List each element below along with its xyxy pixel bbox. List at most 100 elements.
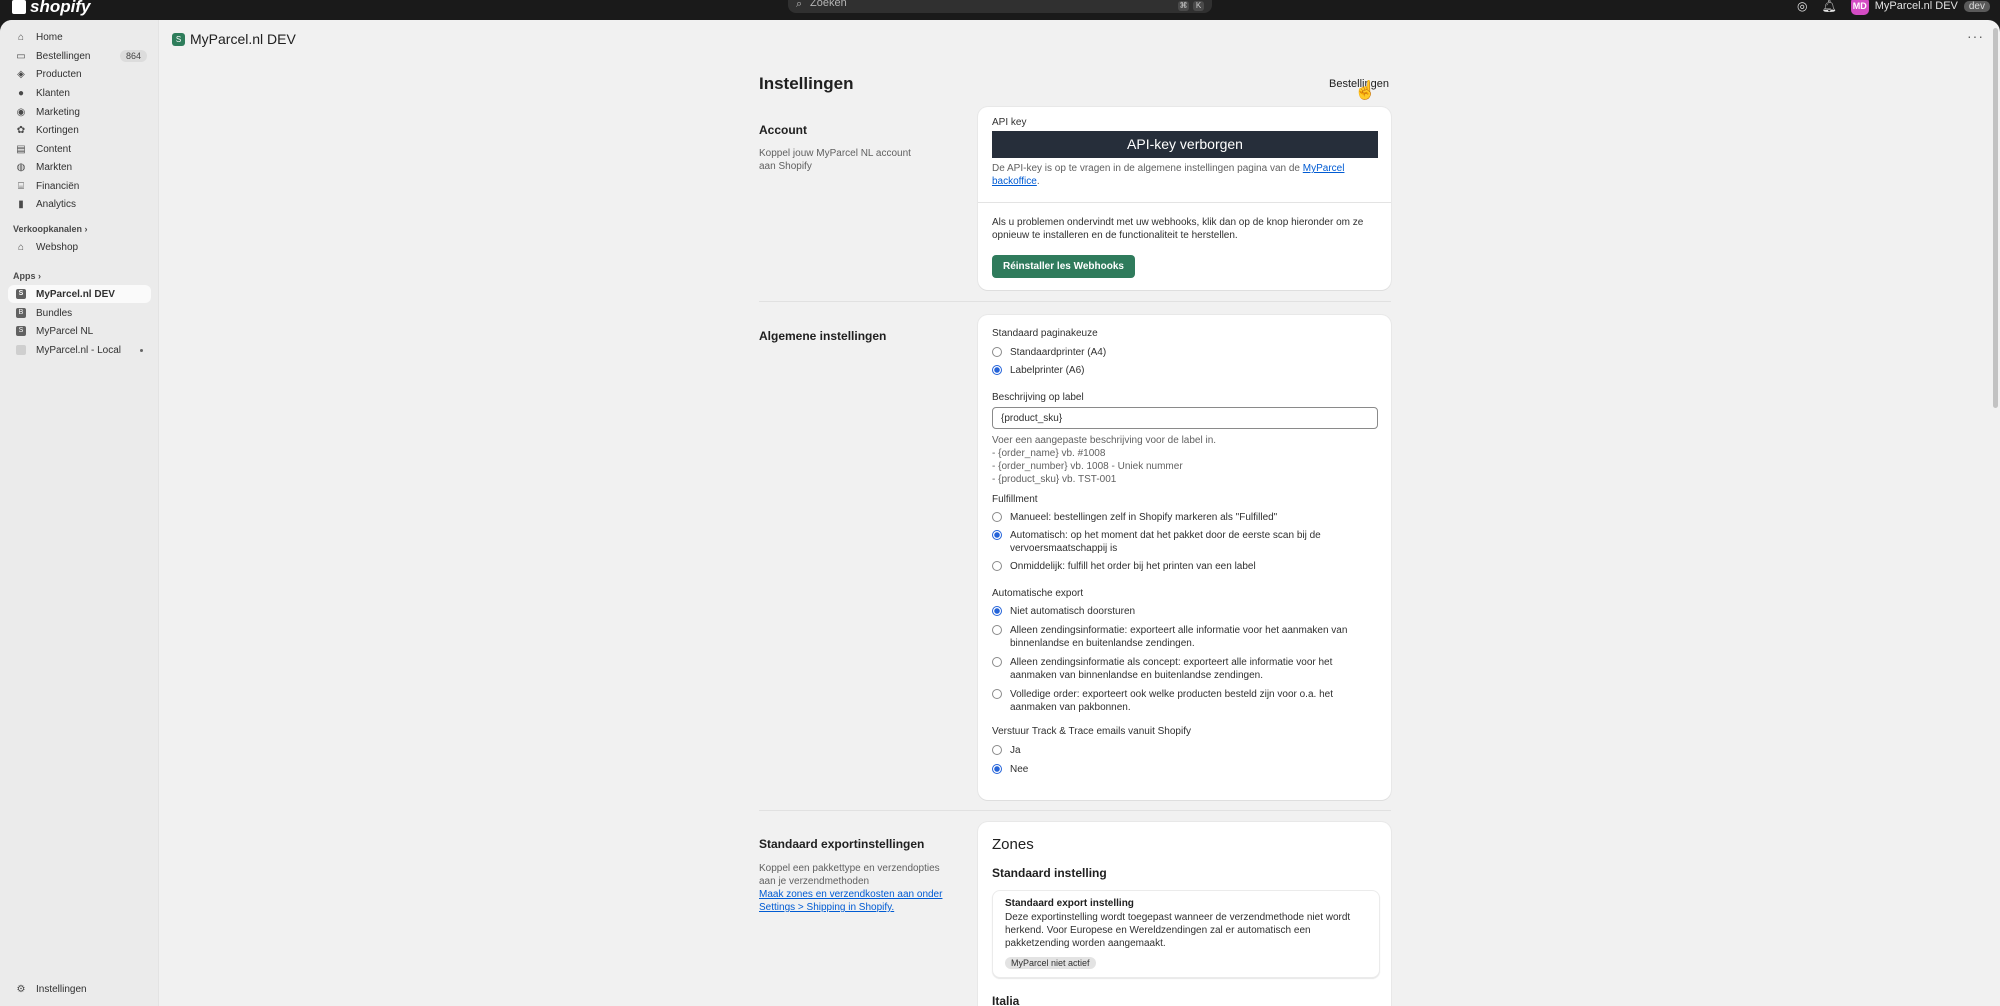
- sidebar-item-webshop[interactable]: ⌂ Webshop: [8, 238, 151, 256]
- radio-fulfillment-manueel[interactable]: Manueel: bestellingen zelf in Shopify ma…: [992, 511, 1372, 524]
- shopify-logo[interactable]: shopify: [12, 0, 90, 17]
- account-card: API key API-key verborgen De API-key is …: [978, 107, 1391, 290]
- radio-export-niet[interactable]: Niet automatisch doorsturen: [992, 605, 1372, 618]
- radio-button[interactable]: [992, 689, 1002, 699]
- sidebar-item-markten[interactable]: ◍ Markten: [8, 158, 151, 176]
- target-icon: ◉: [16, 106, 26, 118]
- myparcel-dev-app-icon: S: [16, 289, 26, 299]
- sidebar-item-myparcel-nl[interactable]: S MyParcel NL: [8, 322, 151, 340]
- more-options-icon[interactable]: ···: [1967, 28, 1984, 44]
- sidekick-icon[interactable]: ◎: [1797, 0, 1807, 13]
- section-divider: [759, 810, 1391, 811]
- avatar: MD: [1850, 0, 1869, 15]
- zones-title: Zones: [992, 836, 1034, 853]
- admin-frame: ⌂ Home ▭ Bestellingen 864 ◈ Producten ● Klant…: [0, 20, 2000, 1006]
- page-choice-label: Standaard paginakeuze: [992, 328, 1098, 339]
- radio-button[interactable]: [992, 625, 1002, 635]
- sidebar-item-financien[interactable]: ⌸ Financiën: [8, 177, 151, 195]
- kbd-cmd: ⌘: [1178, 1, 1189, 11]
- radio-button[interactable]: [992, 512, 1002, 522]
- sidebar-item-instellingen[interactable]: ⚙ Instellingen: [8, 980, 151, 998]
- search-bar[interactable]: ⌕ Zoeken ⌘ K: [788, 0, 1212, 13]
- bell-icon[interactable]: 🔔︎: [1822, 0, 1837, 13]
- label-description-input[interactable]: [992, 407, 1378, 429]
- apps-label[interactable]: Apps ›: [13, 271, 41, 281]
- mouse-cursor-icon: ☝: [1354, 80, 1377, 100]
- general-section-title: Algemene instellingen: [759, 329, 887, 343]
- sidebar-item-producten[interactable]: ◈ Producten: [8, 65, 151, 83]
- store-menu[interactable]: MD MyParcel.nl DEV dev: [1850, 0, 1990, 15]
- radio-button-selected[interactable]: [992, 764, 1002, 774]
- sidebar-item-bestellingen[interactable]: ▭ Bestellingen 864: [8, 47, 151, 65]
- radio-track-ja[interactable]: Ja: [992, 744, 1021, 757]
- app-header: S MyParcel.nl DEV: [172, 31, 296, 47]
- sidebar-item-home[interactable]: ⌂ Home: [8, 28, 151, 46]
- kbd-k: K: [1193, 1, 1204, 11]
- label-description-label: Beschrijving op label: [992, 392, 1084, 403]
- sidebar-item-kortingen[interactable]: ✿ Kortingen: [8, 121, 151, 139]
- api-key-field[interactable]: API-key verborgen: [992, 131, 1378, 158]
- sidebar-item-marketing[interactable]: ◉ Marketing: [8, 103, 151, 121]
- orders-count-badge: 864: [119, 50, 147, 62]
- shipping-settings-link[interactable]: Maak zones en verzendkosten aan onder Se…: [759, 888, 954, 914]
- radio-track-nee[interactable]: Nee: [992, 763, 1028, 776]
- radio-labelprinter[interactable]: Labelprinter (A6): [992, 364, 1084, 377]
- sidebar: ⌂ Home ▭ Bestellingen 864 ◈ Producten ● Klant…: [0, 20, 159, 1006]
- zones-card: Zones Standaard instelling Standaard exp…: [978, 822, 1391, 1006]
- chevron-right-icon: ›: [38, 271, 42, 281]
- section-divider: [759, 301, 1391, 302]
- radio-button-selected[interactable]: [992, 606, 1002, 616]
- sales-channels-label[interactable]: Verkoopkanalen ›: [13, 224, 88, 234]
- radio-button[interactable]: [992, 561, 1002, 571]
- sidebar-item-myparcel-local[interactable]: MyParcel.nl - Local: [8, 341, 151, 359]
- home-icon: ⌂: [17, 31, 25, 43]
- radio-export-concept[interactable]: Alleen zendingsinformatie als concept: e…: [992, 656, 1372, 682]
- account-section-description: Koppel jouw MyParcel NL account aan Shop…: [759, 148, 911, 172]
- standard-export-card[interactable]: Standaard export instelling Deze exporti…: [992, 890, 1380, 978]
- track-trace-label: Verstuur Track & Trace emails vanuit Sho…: [992, 726, 1191, 737]
- radio-export-volledig[interactable]: Volledige order: exporteert ook welke pr…: [992, 688, 1372, 714]
- page-title: Instellingen: [759, 74, 854, 93]
- fulfillment-label: Fulfillment: [992, 494, 1038, 505]
- dev-badge: dev: [1963, 0, 1990, 12]
- radio-button-selected[interactable]: [992, 530, 1002, 540]
- webhooks-text: Als u problemen ondervindt met uw webhoo…: [992, 217, 1364, 241]
- sidebar-item-myparcel-dev[interactable]: S MyParcel.nl DEV: [8, 285, 151, 303]
- top-bar: shopify ⌕ Zoeken ⌘ K ◎ 🔔︎ MD MyParcel.nl…: [0, 0, 2000, 20]
- standard-setting-heading: Standaard instelling: [992, 866, 1107, 880]
- export-section-description: Koppel een pakkettype en verzendopties a…: [759, 862, 954, 914]
- top-right-controls: ◎ 🔔︎ MD MyParcel.nl DEV dev: [1797, 0, 1990, 15]
- radio-button[interactable]: [992, 347, 1002, 357]
- sidebar-item-bundles[interactable]: B Bundles: [8, 304, 151, 322]
- content-icon: ▤: [16, 143, 26, 155]
- card-divider: [978, 202, 1391, 203]
- bundles-app-icon: B: [16, 308, 26, 318]
- radio-fulfillment-automatisch[interactable]: Automatisch: op het moment dat het pakke…: [992, 529, 1372, 555]
- api-key-help: De API-key is op te vragen in de algemen…: [992, 163, 1345, 187]
- scrollbar[interactable]: [1993, 28, 1998, 408]
- status-badge: MyParcel niet actief: [1005, 957, 1096, 969]
- label-description-help: Voer een aangepaste beschrijving voor de…: [992, 435, 1217, 485]
- reinstall-webhooks-button[interactable]: Réinstaller les Webhooks: [992, 255, 1135, 278]
- radio-export-zendingsinformatie[interactable]: Alleen zendingsinformatie: exporteert al…: [992, 624, 1372, 650]
- sidebar-item-klanten[interactable]: ● Klanten: [8, 84, 151, 102]
- store-name: MyParcel.nl DEV: [1874, 0, 1958, 12]
- api-key-label: API key: [992, 117, 1027, 128]
- radio-fulfillment-onmiddelijk[interactable]: Onmiddelijk: fulfill het order bij het p…: [992, 560, 1372, 573]
- store-icon: ⌂: [17, 241, 25, 253]
- chart-icon: ▮: [18, 198, 24, 210]
- radio-standaardprinter[interactable]: Standaardprinter (A4): [992, 346, 1106, 359]
- search-placeholder: Zoeken: [810, 0, 847, 9]
- shopify-bag-icon: [12, 0, 26, 14]
- tag-icon: ◈: [17, 68, 25, 80]
- radio-button-selected[interactable]: [992, 365, 1002, 375]
- radio-button[interactable]: [992, 657, 1002, 667]
- sidebar-item-analytics[interactable]: ▮ Analytics: [8, 195, 151, 213]
- radio-button[interactable]: [992, 745, 1002, 755]
- chevron-right-icon: ›: [84, 224, 88, 234]
- sidebar-item-content[interactable]: ▤ Content: [8, 140, 151, 158]
- inbox-icon: ▭: [16, 50, 26, 62]
- account-section-title: Account: [759, 123, 807, 137]
- auto-export-label: Automatische export: [992, 588, 1084, 599]
- zone-italia-heading: Italia: [992, 994, 1020, 1006]
